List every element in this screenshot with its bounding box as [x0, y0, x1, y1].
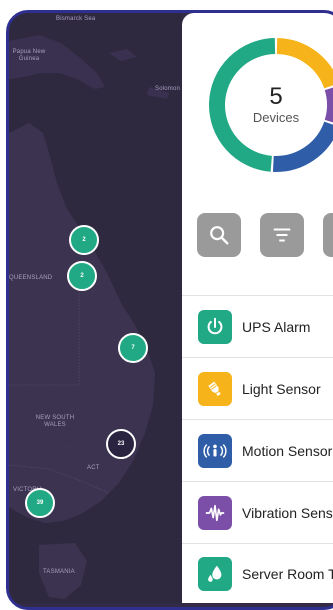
device-item-ups-alarm[interactable]: UPS Alarm [182, 295, 333, 357]
vibration-icon [198, 495, 232, 530]
device-name: UPS Alarm [242, 318, 311, 335]
search-icon [210, 226, 229, 245]
power-icon [198, 309, 232, 344]
device-name: Server Room Temperature [242, 566, 333, 582]
device-count: 5 [269, 83, 283, 110]
motion-icon [198, 433, 232, 468]
droplet-icon [198, 557, 232, 591]
search-button[interactable] [197, 213, 241, 257]
map-cluster-marker[interactable]: 2 [69, 225, 99, 255]
list-button[interactable] [323, 213, 333, 257]
device-name: Vibration Sensor [242, 504, 333, 521]
map-cluster-marker[interactable]: 23 [106, 429, 136, 459]
device-item-server-room-temperature[interactable]: Server Room Temperature [182, 543, 333, 603]
device-name: Motion Sensor [242, 442, 333, 459]
map-label-nsw: New South Wales [35, 415, 75, 428]
devices-donut-chart: 5 Devices [206, 35, 333, 175]
toolbar [197, 213, 333, 257]
filter-button[interactable] [260, 213, 304, 257]
device-name: Light Sensor [242, 380, 321, 397]
map-view[interactable]: Bismarck Sea Papua New Guinea Solomon Qu… [9, 13, 182, 603]
map-cluster-marker[interactable]: 2 [67, 261, 97, 291]
map-label-tas: Tasmania [43, 569, 75, 575]
device-item-vibration-sensor[interactable]: Vibration Sensor [182, 481, 333, 543]
device-list: UPS Alarm Light Sensor Motion Sensor Vib… [182, 295, 333, 603]
map-cluster-marker[interactable]: 7 [118, 333, 148, 363]
map-label-qld: Queensland [9, 275, 53, 281]
map-label-png: Papua New Guinea [12, 49, 46, 62]
device-count-caption: Devices [252, 110, 300, 125]
map-label-solomon: Solomon [155, 86, 181, 92]
map-label-bismarck: Bismarck Sea [56, 16, 96, 22]
map-label-act: ACT [87, 465, 100, 471]
device-item-motion-sensor[interactable]: Motion Sensor [182, 419, 333, 481]
donut-center: 5 Devices [206, 35, 333, 175]
device-item-light-sensor[interactable]: Light Sensor [182, 357, 333, 419]
filter-icon [273, 228, 291, 242]
lightbulb-icon [198, 371, 232, 406]
device-frame: Bismarck Sea Papua New Guinea Solomon Qu… [6, 10, 333, 610]
device-panel: 5 Devices UPS Alarm Light Sensor Motion … [182, 13, 333, 603]
map-cluster-marker[interactable]: 39 [25, 488, 55, 518]
